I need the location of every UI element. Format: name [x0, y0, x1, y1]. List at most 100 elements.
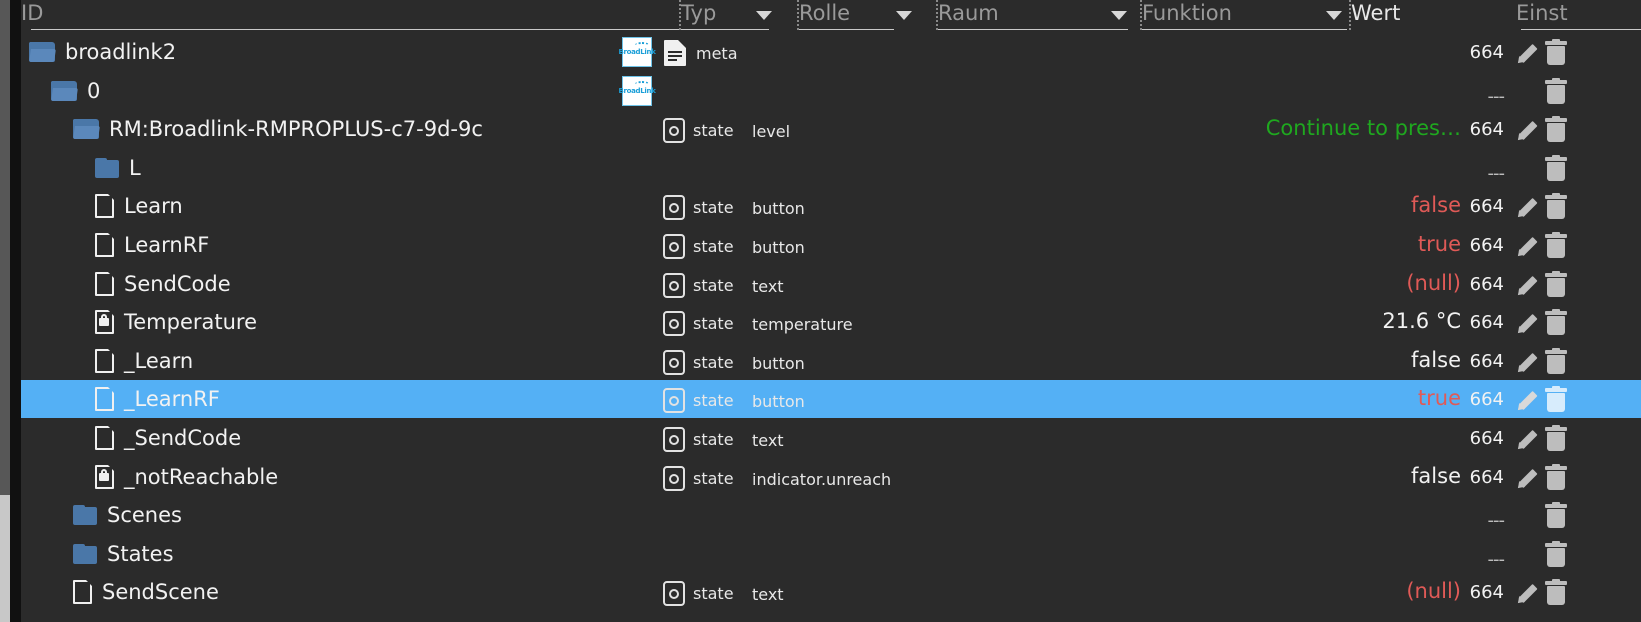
state-badge-icon[interactable]: state [663, 118, 734, 143]
trash-icon[interactable] [1545, 155, 1567, 181]
trash-icon[interactable] [1545, 271, 1567, 297]
row-id-cell[interactable]: SendCode [95, 271, 231, 296]
trash-icon[interactable] [1545, 39, 1567, 65]
table-row[interactable]: States --- [21, 535, 1641, 573]
column-divider[interactable] [1349, 0, 1351, 30]
document-icon[interactable] [95, 386, 115, 411]
state-badge-icon[interactable]: state [663, 350, 734, 375]
table-row[interactable]: SendScene state text (null) 664 [21, 573, 1641, 611]
column-divider[interactable] [936, 0, 938, 30]
row-id-cell[interactable]: Temperature [95, 309, 257, 334]
state-badge-icon[interactable]: state [663, 234, 734, 259]
trash-icon[interactable] [1545, 386, 1567, 412]
document-icon[interactable] [95, 271, 115, 296]
document-icon[interactable] [73, 579, 93, 604]
pencil-icon[interactable] [1515, 234, 1539, 259]
document-icon[interactable] [95, 348, 115, 373]
trash-icon[interactable] [1545, 232, 1567, 258]
pencil-icon[interactable] [1515, 466, 1539, 491]
trash-icon[interactable] [1545, 309, 1567, 335]
pencil-icon[interactable] [1515, 350, 1539, 375]
pencil-icon[interactable] [1515, 427, 1539, 452]
row-id-cell[interactable]: _LearnRF [95, 386, 220, 411]
row-id-cell[interactable]: Scenes [73, 503, 182, 527]
chevron-down-icon[interactable] [1326, 11, 1342, 20]
folder-open-icon[interactable] [51, 81, 78, 101]
state-badge-icon[interactable]: state [663, 466, 734, 491]
column-header-rolle[interactable]: Rolle [799, 0, 899, 30]
trash-icon[interactable] [1545, 425, 1567, 451]
pencil-icon[interactable] [1515, 195, 1539, 220]
table-row[interactable]: _notReachable state indicator.unreach false… [21, 458, 1641, 496]
trash-icon[interactable] [1545, 579, 1567, 605]
row-id-cell[interactable]: RM:Broadlink-RMPROPLUS-c7-9d-9c [73, 117, 483, 141]
row-id-cell[interactable]: Learn [95, 193, 183, 218]
table-row[interactable]: _Learn state button false 664 [21, 342, 1641, 380]
column-header-raum[interactable]: Raum [938, 0, 1128, 30]
trash-icon[interactable] [1545, 464, 1567, 490]
column-header-einst[interactable]: Einst [1516, 0, 1636, 30]
row-id-cell[interactable]: _Learn [95, 348, 193, 373]
table-row[interactable]: broadlink2 BroadLink meta 664 [21, 33, 1641, 71]
column-divider[interactable] [1140, 0, 1142, 30]
trash-icon[interactable] [1545, 348, 1567, 374]
table-row[interactable]: _SendCode state text 664 [21, 419, 1641, 457]
vertical-scrollbar-thumb[interactable] [0, 495, 10, 622]
folder-open-icon[interactable] [29, 42, 56, 62]
row-id-cell[interactable]: L [95, 156, 141, 180]
pencil-icon[interactable] [1515, 581, 1539, 606]
pencil-icon[interactable] [1515, 118, 1539, 143]
row-id-cell[interactable]: 0 [51, 79, 100, 103]
folder-open-icon[interactable] [73, 119, 100, 139]
folder-closed-icon[interactable] [73, 505, 97, 525]
folder-closed-icon[interactable] [95, 158, 119, 178]
trash-icon[interactable] [1545, 116, 1567, 142]
row-id-cell[interactable]: _SendCode [95, 425, 241, 450]
chevron-down-icon[interactable] [1111, 11, 1127, 20]
state-badge-icon[interactable]: state [663, 581, 734, 606]
row-id-cell[interactable]: _notReachable [95, 464, 278, 489]
table-row[interactable]: SendCode state text (null) 664 [21, 265, 1641, 303]
trash-icon[interactable] [1545, 193, 1567, 219]
state-badge-icon[interactable]: state [663, 195, 734, 220]
table-row[interactable]: 0 BroadLink --- [21, 72, 1641, 110]
pencil-icon[interactable] [1515, 273, 1539, 298]
document-lock-icon[interactable] [95, 309, 115, 334]
trash-icon[interactable] [1545, 502, 1567, 528]
trash-icon[interactable] [1545, 541, 1567, 567]
table-row[interactable]: LearnRF state button true 664 [21, 226, 1641, 264]
table-row[interactable]: RM:Broadlink-RMPROPLUS-c7-9d-9c state leve… [21, 110, 1641, 148]
column-header-id[interactable]: ID [21, 0, 681, 30]
pencil-icon[interactable] [1515, 388, 1539, 413]
trash-icon[interactable] [1545, 78, 1567, 104]
table-row[interactable]: Learn state button false 664 [21, 187, 1641, 225]
column-divider[interactable] [797, 0, 799, 30]
state-badge-icon[interactable]: state [663, 427, 734, 452]
table-row[interactable]: Temperature state temperature 21.6 °C 664 [21, 303, 1641, 341]
row-id-cell[interactable]: LearnRF [95, 232, 209, 257]
state-badge-icon[interactable]: state [663, 273, 734, 298]
chevron-down-icon[interactable] [896, 11, 912, 20]
meta-type-cell[interactable]: meta [664, 40, 738, 66]
folder-closed-icon[interactable] [73, 544, 97, 564]
column-header-funktion[interactable]: Funktion [1142, 0, 1342, 30]
column-header-wert[interactable]: Wert [1351, 0, 1451, 30]
row-id-cell[interactable]: SendScene [73, 579, 219, 604]
column-divider[interactable] [679, 0, 681, 30]
state-badge-icon[interactable]: state [663, 311, 734, 336]
vertical-scrollbar-track[interactable] [0, 0, 10, 622]
meta-document-icon[interactable] [664, 40, 686, 66]
table-row[interactable]: Scenes --- [21, 496, 1641, 534]
chevron-down-icon[interactable] [756, 11, 772, 20]
document-lock-icon[interactable] [95, 464, 115, 489]
document-icon[interactable] [95, 232, 115, 257]
pencil-icon[interactable] [1515, 41, 1539, 66]
document-icon[interactable] [95, 425, 115, 450]
document-icon[interactable] [95, 193, 115, 218]
row-id-cell[interactable]: broadlink2 [29, 40, 176, 64]
pencil-icon[interactable] [1515, 311, 1539, 336]
state-badge-icon[interactable]: state [663, 388, 734, 413]
table-row[interactable]: _LearnRF state button true 664 [21, 380, 1641, 418]
row-id-cell[interactable]: States [73, 542, 174, 566]
table-row[interactable]: L --- [21, 149, 1641, 187]
